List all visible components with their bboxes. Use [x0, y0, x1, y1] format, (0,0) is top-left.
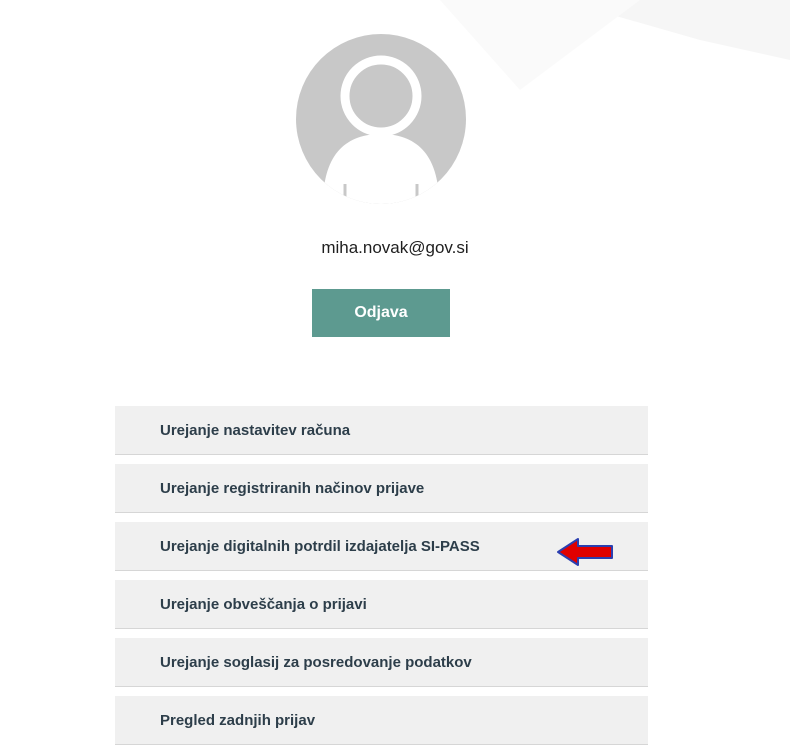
menu-item-login-notifications[interactable]: Urejanje obveščanja o prijavi [115, 580, 648, 629]
user-avatar-icon [296, 34, 466, 204]
logout-button[interactable]: Odjava [312, 289, 450, 337]
user-email: miha.novak@gov.si [321, 238, 469, 257]
menu-item-recent-logins[interactable]: Pregled zadnjih prijav [115, 696, 648, 745]
menu-item-label: Urejanje registriranih načinov prijave [160, 479, 425, 497]
menu-item-account-settings[interactable]: Urejanje nastavitev računa [115, 406, 648, 455]
menu-item-label: Pregled zadnjih prijav [160, 711, 316, 729]
menu-item-label: Urejanje soglasij za posredovanje podatk… [160, 653, 472, 671]
menu-item-login-methods[interactable]: Urejanje registriranih načinov prijave [115, 464, 648, 513]
menu-item-label: Urejanje obveščanja o prijavi [160, 595, 367, 613]
left-arrow-icon [557, 538, 613, 566]
menu-item-data-consents[interactable]: Urejanje soglasij za posredovanje podatk… [115, 638, 648, 687]
menu-item-label: Urejanje nastavitev računa [160, 421, 351, 439]
menu-item-label: Urejanje digitalnih potrdil izdajatelja … [160, 537, 480, 555]
account-menu: Urejanje nastavitev računa Urejanje regi… [115, 406, 648, 754]
